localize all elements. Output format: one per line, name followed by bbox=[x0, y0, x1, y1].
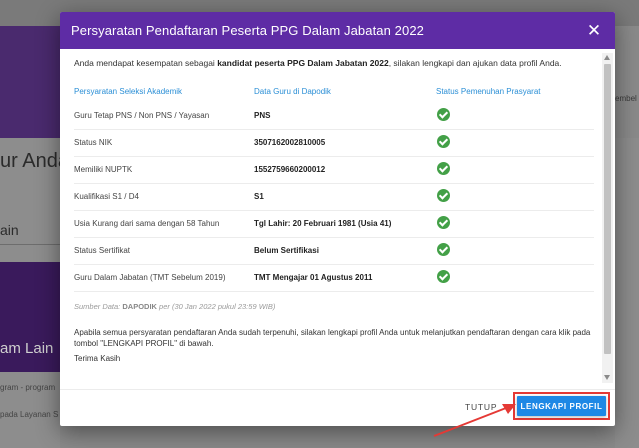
check-circle-icon bbox=[437, 135, 450, 148]
check-circle-icon bbox=[437, 162, 450, 175]
requirement-cell: Usia Kurang dari sama dengan 58 Tahun bbox=[74, 210, 254, 238]
close-icon[interactable]: ✕ bbox=[585, 22, 603, 39]
dialog-body: Anda mendapat kesempatan sebagai kandida… bbox=[60, 49, 615, 389]
table-row: Status NIK 3507162002810005 bbox=[74, 129, 594, 157]
requirement-cell: Guru Tetap PNS / Non PNS / Yayasan bbox=[74, 102, 254, 130]
requirement-cell: Guru Dalam Jabatan (TMT Sebelum 2019) bbox=[74, 264, 254, 292]
value-cell: 3507162002810005 bbox=[254, 129, 436, 157]
column-header-dapodik: Data Guru di Dapodik bbox=[254, 87, 331, 96]
check-circle-icon bbox=[437, 216, 450, 229]
background-small-text: gram - program bbox=[0, 383, 56, 392]
check-circle-icon bbox=[437, 270, 450, 283]
value-cell: Belum Sertifikasi bbox=[254, 237, 436, 265]
table-row: Memiliki NUPTK 1552759660200012 bbox=[74, 156, 594, 184]
requirements-dialog: Persyaratan Pendaftaran Peserta PPG Dala… bbox=[60, 12, 615, 426]
dialog-title: Persyaratan Pendaftaran Peserta PPG Dala… bbox=[71, 23, 424, 38]
background-right-text: embel bbox=[615, 94, 637, 103]
table-row: Usia Kurang dari sama dengan 58 Tahun Tg… bbox=[74, 210, 594, 238]
background-small-text: pada Layanan S bbox=[0, 410, 59, 419]
instruction-note: Apabila semua persyaratan pendaftaran An… bbox=[74, 327, 591, 348]
column-header-requirement: Persyaratan Seleksi Akademik bbox=[74, 87, 183, 96]
status-cell bbox=[436, 156, 594, 184]
complete-profile-button[interactable]: LENGKAPI PROFIL bbox=[517, 396, 606, 416]
status-cell bbox=[436, 210, 594, 238]
table-row: Status Sertifikat Belum Sertifikasi bbox=[74, 237, 594, 265]
background-label: ain bbox=[0, 222, 19, 238]
requirement-cell: Status Sertifikat bbox=[74, 237, 254, 265]
background-right-panel bbox=[615, 138, 639, 448]
scrollbar-thumb[interactable] bbox=[604, 64, 611, 354]
thanks-text: Terima Kasih bbox=[74, 353, 121, 363]
data-source-text: Sumber Data: DAPODIK per (30 Jan 2022 pu… bbox=[74, 301, 276, 311]
requirement-cell: Memiliki NUPTK bbox=[74, 156, 254, 184]
value-cell: S1 bbox=[254, 183, 436, 211]
background-card-text: am Lain bbox=[0, 340, 54, 357]
intro-highlight: kandidat peserta PPG Dalam Jabatan 2022 bbox=[217, 58, 389, 68]
requirement-cell: Status NIK bbox=[74, 129, 254, 157]
background-right-strip bbox=[615, 26, 639, 138]
value-cell: 1552759660200012 bbox=[254, 156, 436, 184]
status-cell bbox=[436, 102, 594, 130]
table-row: Guru Tetap PNS / Non PNS / Yayasan PNS bbox=[74, 102, 594, 130]
background-divider bbox=[0, 244, 60, 245]
value-cell: Tgl Lahir: 20 Februari 1981 (Usia 41) bbox=[254, 210, 436, 238]
data-source-name: DAPODIK bbox=[122, 301, 157, 311]
background-title: ur Anda bbox=[0, 150, 69, 172]
requirements-table: Persyaratan Seleksi Akademik Data Guru d… bbox=[74, 87, 594, 292]
check-circle-icon bbox=[437, 243, 450, 256]
dialog-scrollbar[interactable] bbox=[602, 53, 613, 383]
scroll-down-arrow-icon[interactable] bbox=[604, 375, 610, 380]
table-row: Kualifikasi S1 / D4 S1 bbox=[74, 183, 594, 211]
scroll-up-arrow-icon[interactable] bbox=[604, 55, 610, 60]
table-row: Guru Dalam Jabatan (TMT Sebelum 2019) TM… bbox=[74, 264, 594, 292]
status-cell bbox=[436, 264, 594, 292]
status-cell bbox=[436, 237, 594, 265]
status-cell bbox=[436, 183, 594, 211]
table-header-row: Persyaratan Seleksi Akademik Data Guru d… bbox=[74, 87, 594, 102]
value-cell: TMT Mengajar 01 Agustus 2011 bbox=[254, 264, 436, 292]
check-circle-icon bbox=[437, 189, 450, 202]
dialog-footer: TUTUP LENGKAPI PROFIL bbox=[60, 389, 615, 426]
requirement-cell: Kualifikasi S1 / D4 bbox=[74, 183, 254, 211]
column-header-status: Status Pemenuhan Prasyarat bbox=[436, 87, 541, 96]
intro-text: Anda mendapat kesempatan sebagai kandida… bbox=[74, 58, 562, 68]
value-cell: PNS bbox=[254, 102, 436, 130]
check-circle-icon bbox=[437, 107, 450, 121]
annotation-arrow-icon bbox=[433, 404, 516, 437]
status-cell bbox=[436, 129, 594, 157]
highlight-frame: LENGKAPI PROFIL bbox=[513, 392, 610, 420]
dialog-header: Persyaratan Pendaftaran Peserta PPG Dala… bbox=[60, 12, 615, 49]
